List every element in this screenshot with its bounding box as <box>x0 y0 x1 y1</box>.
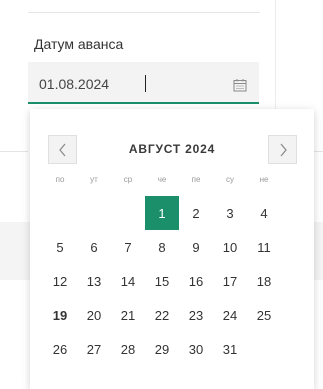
calendar-day-selected[interactable]: 1 <box>145 196 179 230</box>
calendar-day[interactable]: 27 <box>77 332 111 366</box>
weekday-label: ср <box>123 175 133 184</box>
advance-date-input[interactable]: 01.08.2024 <box>28 62 259 104</box>
calendar-day[interactable]: 11 <box>247 230 281 264</box>
panel-divider <box>0 151 28 152</box>
calendar-day[interactable]: 20 <box>77 298 111 332</box>
datepicker-popup: АВГУСТ 2024 по ут ср че пе су не 1 2 3 4 5 6 7 8 9 10 11… <box>30 109 314 389</box>
weekday-header-row: по ут ср че пе су не <box>43 175 281 184</box>
calendar-day[interactable]: 12 <box>43 264 77 298</box>
calendar-day[interactable]: 28 <box>111 332 145 366</box>
background-panel <box>0 222 30 280</box>
weekday-label: не <box>259 175 269 184</box>
calendar-day[interactable]: 30 <box>179 332 213 366</box>
calendar-day[interactable]: 17 <box>213 264 247 298</box>
calendar-day[interactable]: 6 <box>77 230 111 264</box>
calendar-day[interactable]: 21 <box>111 298 145 332</box>
date-input-value[interactable]: 01.08.2024 <box>39 76 109 92</box>
calendar-day[interactable]: 5 <box>43 230 77 264</box>
calendar-day-grid: 1 2 3 4 5 6 7 8 9 10 11 12 13 14 15 16 17 18 19 20 21 22 23 24 2… <box>43 196 281 366</box>
next-month-button[interactable] <box>268 135 297 164</box>
text-caret <box>145 75 146 92</box>
panel-divider <box>28 12 260 13</box>
calendar-day[interactable]: 24 <box>213 298 247 332</box>
weekday-label: ут <box>90 175 98 184</box>
calendar-empty-cell <box>43 196 77 230</box>
calendar-day[interactable]: 7 <box>111 230 145 264</box>
calendar-day[interactable]: 25 <box>247 298 281 332</box>
calendar-day[interactable]: 9 <box>179 230 213 264</box>
weekday-label: по <box>55 175 65 184</box>
calendar-day[interactable]: 2 <box>179 196 213 230</box>
chevron-right-icon <box>280 143 287 156</box>
calendar-day[interactable]: 29 <box>145 332 179 366</box>
calendar-empty-cell <box>77 196 111 230</box>
calendar-empty-cell <box>111 196 145 230</box>
calendar-day[interactable]: 3 <box>213 196 247 230</box>
calendar-day[interactable]: 15 <box>145 264 179 298</box>
calendar-day[interactable]: 4 <box>247 196 281 230</box>
calendar-day[interactable]: 26 <box>43 332 77 366</box>
weekday-label: су <box>226 175 234 184</box>
calendar-day[interactable]: 23 <box>179 298 213 332</box>
weekday-label: че <box>157 175 167 184</box>
calendar-day[interactable]: 10 <box>213 230 247 264</box>
calendar-day[interactable]: 8 <box>145 230 179 264</box>
calendar-day[interactable]: 13 <box>77 264 111 298</box>
calendar-day[interactable]: 19 <box>43 298 77 332</box>
calendar-day[interactable]: 16 <box>179 264 213 298</box>
calendar-day[interactable]: 14 <box>111 264 145 298</box>
calendar-day[interactable]: 18 <box>247 264 281 298</box>
calendar-day[interactable]: 22 <box>145 298 179 332</box>
calendar-day[interactable]: 31 <box>213 332 247 366</box>
date-field-label: Датум аванса <box>34 36 124 52</box>
calendar-icon[interactable] <box>233 78 247 92</box>
weekday-label: пе <box>191 175 201 184</box>
